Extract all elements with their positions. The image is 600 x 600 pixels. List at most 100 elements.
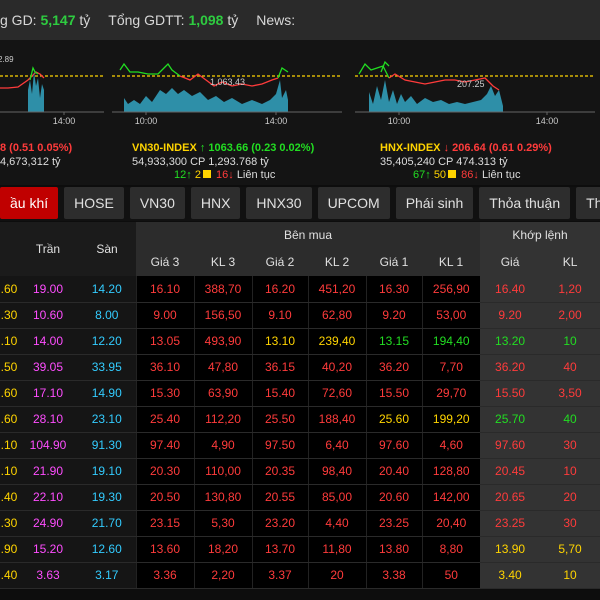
col-header-match-price[interactable]: Giá — [480, 248, 541, 276]
cell-bid2-vol: 85,00 — [307, 484, 366, 511]
cell-ceiling-price: 39.05 — [18, 354, 78, 381]
cell-bid1-vol: 50 — [421, 562, 481, 589]
vn30-index-line: VN30-INDEX ↑ 1063.66 (0.23 0.02%) — [132, 142, 314, 154]
vn30-volume: 54,933,300 CP 1,293.768 tỷ — [132, 156, 269, 168]
table-row[interactable]: .60 19.00 14.20 16.10 388,70 16.20 451,20 16.30… — [0, 276, 600, 303]
table-row[interactable]: .50 39.05 33.95 36.10 47,80 36.15 40,20 36.20 7,… — [0, 354, 600, 381]
vn30-decliners: 16 — [216, 169, 229, 181]
cell-ref-price: .10 — [0, 328, 18, 355]
col-header-match-vol[interactable]: KL — [540, 248, 600, 276]
cell-match-vol: 30 — [540, 432, 600, 459]
price-board-table: Trần Sàn Bên mua Khớp lệnh Giá 3 KL 3 Gi… — [0, 222, 600, 589]
col-header-bid1-vol[interactable]: KL 1 — [422, 248, 481, 276]
tab-vn30[interactable]: VN30 — [129, 187, 185, 219]
cell-bid2-vol: 40,20 — [307, 354, 366, 381]
cell-match-price: 15.50 — [480, 380, 541, 407]
cell-match-vol: 1,20 — [540, 276, 600, 303]
hnx-decliners: 86 — [461, 169, 474, 181]
table-row[interactable]: .40 3.63 3.17 3.36 2,20 3.37 20 3.38 50 3.40 10 — [0, 562, 600, 589]
cell-match-vol: 30 — [540, 510, 600, 537]
cell-bid3-price: 97.40 — [135, 432, 194, 459]
tab-oil-gas[interactable]: ầu khí — [0, 187, 59, 219]
table-row[interactable]: .30 10.60 8.00 9.00 156,50 9.10 62,80 9.20 53,00… — [0, 302, 600, 329]
negotiated-volume-value: 1,098 — [188, 12, 224, 28]
cell-bid2-vol: 98,40 — [307, 458, 366, 485]
cell-bid1-vol: 4,60 — [421, 432, 481, 459]
cell-ceiling-price: 15.20 — [18, 536, 78, 563]
cell-bid3-price: 23.15 — [135, 510, 194, 537]
cell-match-price: 36.20 — [480, 354, 541, 381]
table-row[interactable]: .30 24.90 21.70 23.15 5,30 23.20 4,40 23.25 20,4… — [0, 510, 600, 537]
table-row[interactable]: .60 17.10 14.90 15.30 63,90 15.40 72,60 15.50 29… — [0, 380, 600, 407]
total-volume-stat: g GD: 5,147 tỷ — [0, 12, 90, 28]
index-panel-hnx[interactable]: 207.25 10:00 14:00 HNX-INDEX ↓ 206.64 (0… — [355, 40, 600, 185]
cell-floor-price: 14.20 — [78, 276, 136, 303]
cell-bid2-vol: 4,40 — [307, 510, 366, 537]
table-row[interactable]: .10 14.00 12.20 13.05 493,90 13.10 239,40 13.15… — [0, 328, 600, 355]
tab-negotiated[interactable]: Thỏa thuận — [479, 187, 571, 219]
table-row[interactable]: .60 28.10 23.10 25.40 112,20 25.50 188,40 25.60… — [0, 406, 600, 433]
cell-bid3-vol: 2,20 — [193, 562, 252, 589]
cell-floor-price: 21.70 — [78, 510, 136, 537]
tab-derivatives[interactable]: Phái sinh — [395, 187, 474, 219]
col-header-bid1-price[interactable]: Giá 1 — [366, 248, 422, 276]
cell-bid3-vol: 493,90 — [193, 328, 252, 355]
cell-bid3-price: 36.10 — [135, 354, 194, 381]
col-header-bid2-price[interactable]: Giá 2 — [252, 248, 308, 276]
cell-bid3-price: 25.40 — [135, 406, 194, 433]
cell-bid2-price: 9.10 — [251, 302, 308, 329]
cell-bid2-price: 3.37 — [251, 562, 308, 589]
cell-bid1-vol: 29,70 — [421, 380, 481, 407]
cell-ceiling-price: 3.63 — [18, 562, 78, 589]
vn30-advance-arrow-icon: ↑ — [186, 169, 192, 181]
group-header-buy: Bên mua — [136, 222, 481, 248]
cell-floor-price: 14.90 — [78, 380, 136, 407]
col-header-bid3-vol[interactable]: KL 3 — [194, 248, 252, 276]
table-row[interactable]: .40 22.10 19.30 20.50 130,80 20.55 85,00 20.60 1… — [0, 484, 600, 511]
index-panel-vnindex[interactable]: 2.89 14:00 8 (0.51 0.05%) 4,673,312 tỷ — [0, 40, 110, 185]
cell-bid2-vol: 239,40 — [307, 328, 366, 355]
vn30-decline-arrow-icon: ↓ — [228, 169, 234, 181]
cell-bid3-vol: 110,00 — [193, 458, 252, 485]
cell-bid3-price: 20.30 — [135, 458, 194, 485]
col-header-bid3-price[interactable]: Giá 3 — [136, 248, 194, 276]
cell-ceiling-price: 17.10 — [18, 380, 78, 407]
col-header-bid2-vol[interactable]: KL 2 — [308, 248, 366, 276]
table-row[interactable]: .10 104.90 91.30 97.40 4,90 97.50 6,40 97.60 4,6… — [0, 432, 600, 459]
cell-ref-price: .30 — [0, 302, 18, 329]
cell-ref-price: .40 — [0, 484, 18, 511]
table-row[interactable]: .10 21.90 19.10 20.30 110,00 20.35 98,40 20.40 1… — [0, 458, 600, 485]
cell-match-vol: 5,70 — [540, 536, 600, 563]
vnindex-volume: 4,673,312 tỷ — [0, 156, 61, 168]
tab-hose[interactable]: HOSE — [64, 187, 124, 219]
cell-bid1-price: 3.38 — [365, 562, 422, 589]
index-panel-vn30[interactable]: 1,063.43 10:00 14:00 VN30-INDEX ↑ 1063.6… — [112, 40, 347, 185]
tab-statistics[interactable]: Thống kê — [576, 187, 600, 219]
tab-upcom[interactable]: UPCOM — [317, 187, 390, 219]
cell-match-price: 3.40 — [480, 562, 541, 589]
vn30-advancers: 12 — [174, 169, 187, 181]
cell-bid1-price: 20.60 — [365, 484, 422, 511]
tab-hnx30[interactable]: HNX30 — [246, 187, 312, 219]
cell-ceiling-price: 19.00 — [18, 276, 78, 303]
col-header-floor[interactable]: Sàn — [78, 222, 136, 276]
col-header-ref[interactable] — [0, 222, 18, 276]
news-label[interactable]: News: — [256, 12, 295, 28]
hnx-advance-arrow-icon: ↑ — [425, 169, 431, 181]
hnx-decline-arrow-icon: ↓ — [473, 169, 479, 181]
cell-ceiling-price: 104.90 — [18, 432, 78, 459]
cell-bid3-vol: 130,80 — [193, 484, 252, 511]
vnindex-label-top: 2.89 — [0, 55, 14, 64]
cell-match-vol: 10 — [540, 458, 600, 485]
cell-bid3-price: 15.30 — [135, 380, 194, 407]
total-volume-label: g GD: — [0, 12, 41, 28]
vnindex-mini-chart: 2.89 14:00 — [0, 55, 104, 125]
col-header-ceiling[interactable]: Trần — [18, 222, 78, 276]
cell-bid2-vol: 11,80 — [307, 536, 366, 563]
cell-ceiling-price: 28.10 — [18, 406, 78, 433]
table-row[interactable]: .90 15.20 12.60 13.60 18,20 13.70 11,80 13.80 8,… — [0, 536, 600, 563]
cell-bid3-price: 20.50 — [135, 484, 194, 511]
cell-match-vol: 40 — [540, 354, 600, 381]
tab-hnx[interactable]: HNX — [190, 187, 241, 219]
cell-bid3-vol: 112,20 — [193, 406, 252, 433]
